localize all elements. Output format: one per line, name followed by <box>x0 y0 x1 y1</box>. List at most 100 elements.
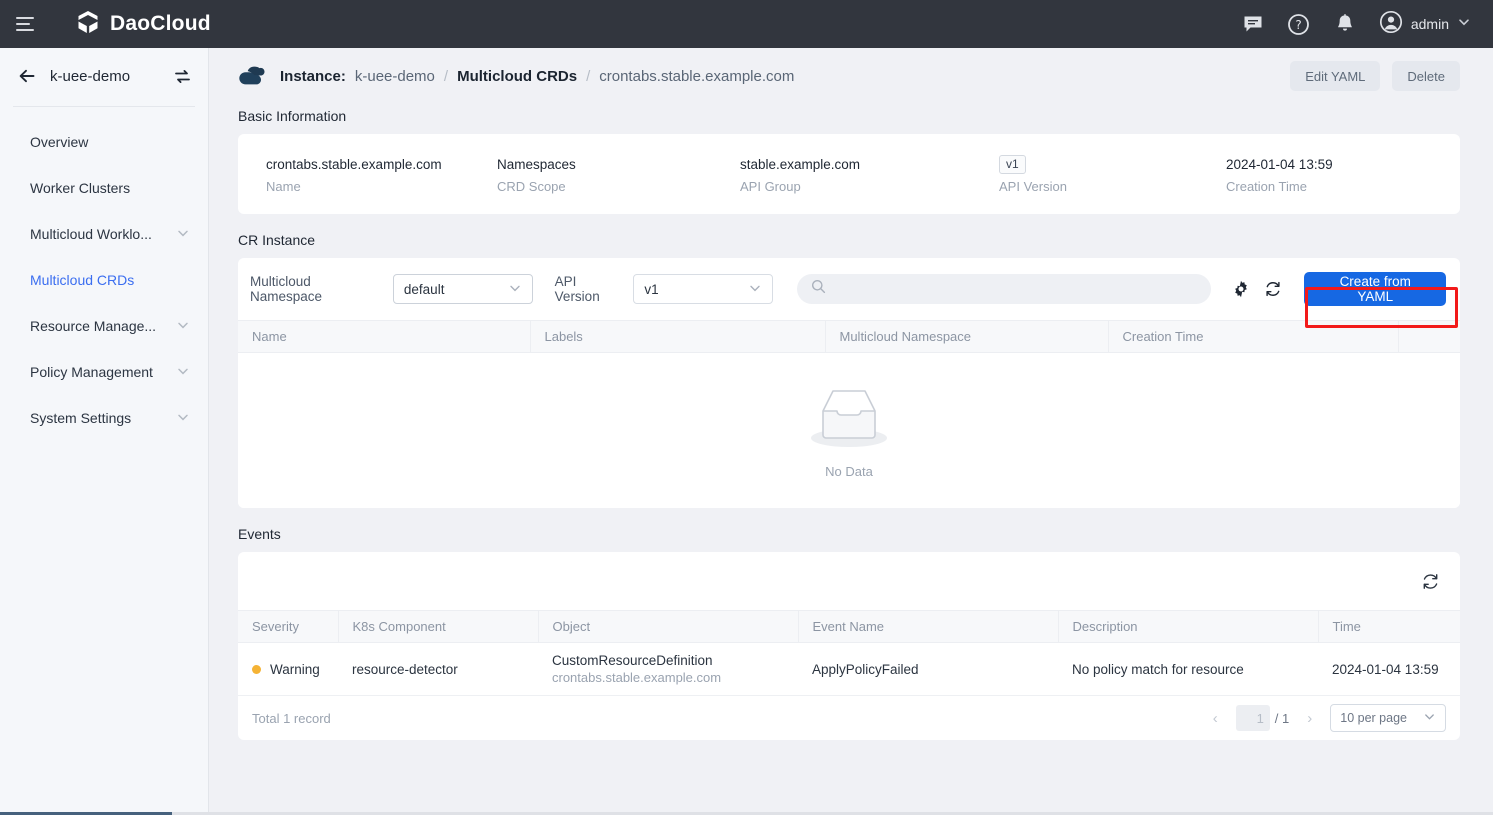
delete-button[interactable]: Delete <box>1392 61 1460 91</box>
refresh-icon[interactable] <box>1263 279 1282 299</box>
basic-field-label: API Version <box>999 179 1226 194</box>
cr-col-namespace: Multicloud Namespace <box>825 321 1108 353</box>
basic-information-card: crontabs.stable.example.com Name Namespa… <box>238 134 1460 214</box>
search-input[interactable] <box>835 282 1197 297</box>
sidebar-item-label: Overview <box>30 134 88 150</box>
cr-table-head: Name Labels Multicloud Namespace Creatio… <box>238 321 1460 353</box>
sidebar: k-uee-demo Overview Worker Clusters Mult… <box>0 48 209 815</box>
api-version-select-value: v1 <box>644 282 658 297</box>
prev-page-icon[interactable]: ‹ <box>1209 710 1222 727</box>
chevron-down-icon <box>176 410 190 427</box>
basic-field-label: CRD Scope <box>497 179 740 194</box>
page-total: / 1 <box>1275 711 1289 726</box>
chevron-down-icon <box>176 364 190 381</box>
basic-field-label: Name <box>266 179 497 194</box>
event-component: resource-detector <box>338 643 538 696</box>
sidebar-item-label: Resource Manage... <box>30 318 156 334</box>
cr-table-header-row: Name Labels Multicloud Namespace Creatio… <box>238 321 1460 353</box>
edit-yaml-button[interactable]: Edit YAML <box>1290 61 1380 91</box>
api-version-filter-label: API Version <box>555 274 624 304</box>
sidebar-item-label: Worker Clusters <box>30 180 130 196</box>
events-table-body: Warning resource-detector CustomResource… <box>238 643 1460 696</box>
total-records: Total 1 record <box>252 711 331 726</box>
refresh-icon[interactable] <box>1420 571 1440 591</box>
chevron-down-icon <box>748 281 762 298</box>
sidebar-item-policy-management[interactable]: Policy Management <box>0 349 208 395</box>
cr-instance-title: CR Instance <box>238 232 1493 248</box>
back-arrow-icon[interactable] <box>16 65 38 87</box>
user-name: admin <box>1411 16 1449 32</box>
breadcrumb-separator: / <box>586 68 590 85</box>
chat-icon[interactable] <box>1241 12 1265 36</box>
namespace-filter-label: Multicloud Namespace <box>250 274 383 304</box>
sidebar-item-resource-management[interactable]: Resource Manage... <box>0 303 208 349</box>
help-icon[interactable]: ? <box>1287 12 1311 36</box>
sidebar-item-label: Policy Management <box>30 364 153 380</box>
sidebar-item-multicloud-workloads[interactable]: Multicloud Worklo... <box>0 211 208 257</box>
switch-cluster-icon[interactable] <box>172 66 192 86</box>
svg-text:?: ? <box>1296 18 1302 32</box>
sidebar-item-label: Multicloud CRDs <box>30 272 134 288</box>
cr-col-creation-time: Creation Time <box>1108 321 1398 353</box>
user-menu[interactable]: admin <box>1379 10 1471 39</box>
cr-empty-text: No Data <box>825 464 873 479</box>
cr-col-labels: Labels <box>530 321 825 353</box>
events-toolbar <box>238 552 1460 610</box>
events-col-severity: Severity <box>238 611 338 643</box>
basic-information-title: Basic Information <box>238 108 1493 124</box>
events-col-event-name: Event Name <box>798 611 1058 643</box>
brand-name: DaoCloud <box>110 12 211 36</box>
chevron-down-icon <box>508 281 522 298</box>
brand-logo[interactable]: DaoCloud <box>75 9 211 40</box>
events-card: Severity K8s Component Object Event Name… <box>238 552 1460 740</box>
sidebar-item-multicloud-crds[interactable]: Multicloud CRDs <box>0 257 208 303</box>
page-header: Instance: k-uee-demo / Multicloud CRDs /… <box>209 48 1493 104</box>
breadcrumb: Instance: k-uee-demo / Multicloud CRDs /… <box>280 68 794 85</box>
search-box[interactable] <box>797 274 1211 304</box>
event-description: No policy match for resource <box>1058 643 1318 696</box>
chevron-down-icon <box>1423 710 1436 726</box>
events-col-description: Description <box>1058 611 1318 643</box>
basic-field-creation-time: 2024-01-04 13:59 Creation Time <box>1226 154 1469 194</box>
namespace-select[interactable]: default <box>393 274 533 304</box>
sidebar-item-system-settings[interactable]: System Settings <box>0 395 208 441</box>
breadcrumb-separator: / <box>444 68 448 85</box>
cluster-name: k-uee-demo <box>50 68 130 85</box>
events-table-head: Severity K8s Component Object Event Name… <box>238 611 1460 643</box>
table-row[interactable]: Warning resource-detector CustomResource… <box>238 643 1460 696</box>
chevron-down-icon <box>176 318 190 335</box>
event-name: ApplyPolicyFailed <box>798 643 1058 696</box>
menu-icon[interactable] <box>16 11 42 37</box>
sidebar-item-overview[interactable]: Overview <box>0 119 208 165</box>
basic-field-api-group: stable.example.com API Group <box>740 154 999 194</box>
sidebar-header: k-uee-demo <box>0 48 208 104</box>
events-table: Severity K8s Component Object Event Name… <box>238 610 1460 696</box>
basic-field-value: 2024-01-04 13:59 <box>1226 154 1469 174</box>
page-number-input[interactable]: 1 <box>1236 705 1270 731</box>
event-object-sub: crontabs.stable.example.com <box>552 670 784 685</box>
api-version-select[interactable]: v1 <box>633 274 773 304</box>
bell-icon[interactable] <box>1333 12 1357 36</box>
cr-toolbar: Multicloud Namespace default API Version… <box>238 258 1460 320</box>
per-page-value: 10 per page <box>1340 711 1407 725</box>
basic-field-value: crontabs.stable.example.com <box>266 154 497 174</box>
api-version-tag: v1 <box>999 155 1026 174</box>
create-from-yaml-button[interactable]: Create from YAML <box>1304 272 1446 306</box>
events-col-component: K8s Component <box>338 611 538 643</box>
breadcrumb-section[interactable]: Multicloud CRDs <box>457 68 577 85</box>
per-page-select[interactable]: 10 per page <box>1330 704 1446 732</box>
sidebar-item-worker-clusters[interactable]: Worker Clusters <box>0 165 208 211</box>
header-actions: Edit YAML Delete <box>1290 61 1460 91</box>
gear-icon[interactable] <box>1231 279 1250 299</box>
cr-instance-table: Name Labels Multicloud Namespace Creatio… <box>238 320 1460 353</box>
empty-inbox-icon <box>803 383 895 454</box>
events-col-time: Time <box>1318 611 1460 643</box>
event-object-cell: CustomResourceDefinition crontabs.stable… <box>538 643 798 696</box>
next-page-icon[interactable]: › <box>1303 710 1316 727</box>
breadcrumb-cluster[interactable]: k-uee-demo <box>355 68 435 85</box>
breadcrumb-current: crontabs.stable.example.com <box>599 68 794 85</box>
events-pagination: Total 1 record ‹ 1 / 1 › 10 per page <box>238 696 1460 740</box>
event-object: CustomResourceDefinition <box>552 653 784 668</box>
topbar-actions: ? admin <box>1241 10 1471 39</box>
basic-field-label: Creation Time <box>1226 179 1469 194</box>
